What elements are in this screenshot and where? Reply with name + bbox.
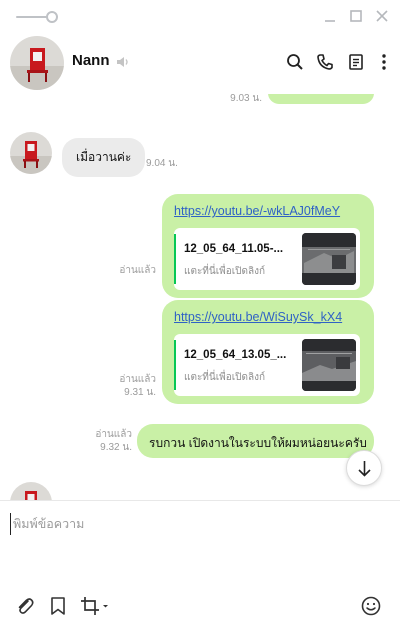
read-label: อ่านแล้ว xyxy=(119,374,156,385)
paperclip-icon[interactable] xyxy=(14,595,36,617)
chat-area[interactable]: 9.03 น. เมื่อวานค่ะ 9.04 น. https://yout… xyxy=(0,94,400,500)
message-bubble-incoming[interactable]: เมื่อวานค่ะ xyxy=(62,138,146,177)
preview-accent-bar xyxy=(174,340,176,390)
message-bubble-outgoing[interactable]: รบกวน เปิดงานในระบบให้ผมหน่อยนะครับ xyxy=(137,424,374,458)
scroll-to-bottom-button[interactable] xyxy=(346,450,382,486)
sender-avatar[interactable] xyxy=(10,132,52,174)
title-bar xyxy=(0,0,400,32)
preview-accent-bar xyxy=(174,234,176,284)
bookmark-icon[interactable] xyxy=(47,595,69,617)
message-link[interactable]: https://youtu.be/-wkLAJ0fMeY xyxy=(174,204,340,218)
contact-avatar[interactable] xyxy=(10,36,64,90)
link-preview-card[interactable]: 12_05_64_11.05-... แตะที่นี่เพื่อเปิดลิง… xyxy=(174,228,360,290)
preview-subtitle: แตะที่นี่เพื่อเปิดลิงก์ xyxy=(184,266,266,277)
opacity-slider-knob[interactable] xyxy=(46,11,58,23)
phone-icon[interactable] xyxy=(315,52,335,72)
chat-header: Nann xyxy=(0,32,400,94)
more-icon[interactable] xyxy=(374,52,394,72)
message-input[interactable] xyxy=(10,513,390,535)
preview-title: 12_05_64_13.05_... xyxy=(184,349,287,361)
contact-name[interactable]: Nann xyxy=(72,52,110,69)
message-bubble-link[interactable]: https://youtu.be/-wkLAJ0fMeY 12_05_64_11… xyxy=(162,194,374,298)
read-label: อ่านแล้ว xyxy=(95,429,132,440)
speaker-icon xyxy=(117,57,128,67)
video-thumbnail xyxy=(302,233,356,285)
preview-subtitle: แตะที่นี่เพื่อเปิดลิงก์ xyxy=(184,372,266,383)
notes-icon[interactable] xyxy=(346,52,366,72)
video-thumbnail xyxy=(302,339,356,391)
message-composer xyxy=(0,500,400,625)
message-time-partial: 9.03 น. xyxy=(230,94,262,104)
message-time: 9.31 น. xyxy=(124,387,156,398)
link-preview-card[interactable]: 12_05_64_13.05_... แตะที่นี่เพื่อเปิดลิง… xyxy=(174,334,360,396)
read-status: อ่านแล้ว 9.32 น. xyxy=(70,428,132,454)
message-time: 9.04 น. xyxy=(146,158,178,169)
maximize-icon[interactable] xyxy=(348,8,364,24)
sender-avatar[interactable] xyxy=(10,482,52,500)
search-icon[interactable] xyxy=(285,52,305,72)
opacity-slider-track[interactable] xyxy=(16,16,49,18)
message-time: 9.32 น. xyxy=(100,442,132,453)
emoji-icon[interactable] xyxy=(360,595,382,617)
arrow-down-icon xyxy=(358,461,371,477)
screenshot-crop-icon[interactable] xyxy=(80,595,110,617)
message-bubble-partial[interactable] xyxy=(268,94,374,104)
close-icon[interactable] xyxy=(374,8,390,24)
message-link[interactable]: https://youtu.be/WiSuySk_kX4 xyxy=(174,310,342,324)
message-bubble-link[interactable]: https://youtu.be/WiSuySk_kX4 12_05_64_13… xyxy=(162,300,374,404)
read-status: อ่านแล้ว xyxy=(119,265,156,276)
read-status: อ่านแล้ว 9.31 น. xyxy=(100,373,156,399)
preview-title: 12_05_64_11.05-... xyxy=(184,243,284,255)
minimize-icon[interactable] xyxy=(322,8,338,24)
